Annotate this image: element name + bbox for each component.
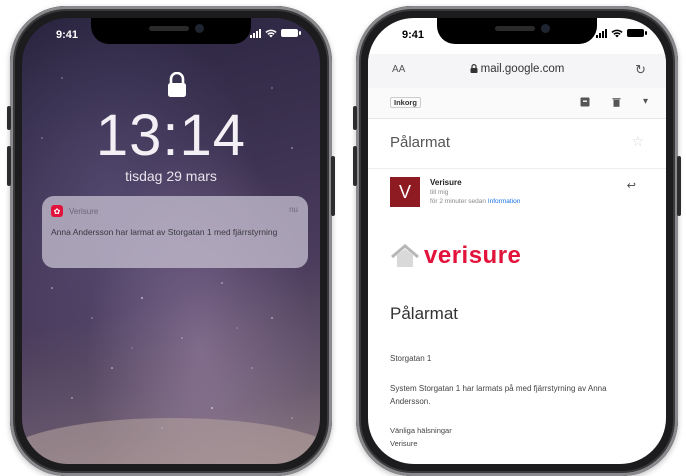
archive-icon[interactable] [580,97,590,107]
lock-date: tisdag 29 mars [125,168,217,184]
email-signature: Verisure [390,439,418,448]
details-link[interactable]: Information [488,198,521,205]
notification-card[interactable]: ✿ Verisure nu Anna Andersson har larmat … [42,196,308,268]
lock-icon [168,72,186,97]
url-text: mail.google.com [480,63,565,75]
email-subject: Pålarmat [390,134,451,151]
mute-switch [353,106,357,130]
volume-up-button [7,146,11,186]
wifi-icon [611,29,623,37]
lock-icon [470,64,478,73]
email-signoff: Vänliga hälsningar Verisure [390,424,452,450]
volume-up-button [353,146,357,186]
reload-icon[interactable]: ↻ [635,62,646,78]
sent-time: för 2 minuter sedan Information [430,198,520,205]
email-greeting: Vänliga hälsningar [390,426,452,435]
phone-mail-screen: 9:41 AA mail.google.com ↻ Inkorg ▾ Pålar… [353,6,681,476]
email-message: System Storgatan 1 har larmats på med fj… [390,384,607,406]
phone-lock-screen: 9:41 13:14 tisdag 29 mars ✿ Verisure nu … [7,6,335,476]
mail-toolbar: Inkorg ▾ [368,88,666,119]
mail-screen: 9:41 AA mail.google.com ↻ Inkorg ▾ Pålar… [368,18,666,464]
status-bar: 9:41 [368,28,666,44]
sent-time-text: för 2 minuter sedan [430,198,487,205]
lock-screen: 9:41 13:14 tisdag 29 mars ✿ Verisure nu … [22,18,320,464]
email-heading: Pålarmat [390,304,459,323]
inbox-label[interactable]: Inkorg [390,97,421,108]
star-icon[interactable]: ☆ [631,133,644,150]
logo-word: verisure [424,242,522,269]
sender-row: V Verisure till mig för 2 minuter sedan … [368,168,666,223]
status-time: 9:41 [402,29,425,41]
email-location: Storgatan 1 [390,354,432,363]
notification-body: Anna Andersson har larmat av Storgatan 1… [51,227,278,237]
status-time: 9:41 [56,29,79,41]
more-menu-icon[interactable]: ▾ [643,96,648,107]
sender-name: Verisure [430,178,462,187]
cellular-signal-icon [250,28,261,38]
verisure-app-icon: ✿ [51,205,63,217]
mute-switch [7,106,11,130]
cellular-signal-icon [596,28,607,38]
trash-icon[interactable] [612,97,621,107]
battery-icon [281,29,301,37]
verisure-house-icon [391,244,419,267]
wifi-icon [265,29,277,37]
browser-address-bar[interactable]: AA mail.google.com ↻ [368,54,666,89]
power-button [677,156,681,216]
battery-icon [627,29,647,37]
verisure-logo: verisure [390,238,521,274]
notification-app-name: Verisure [69,206,99,216]
recipient-text: till mig [430,189,449,196]
lock-clock: 13:14 [95,103,247,168]
status-bar: 9:41 [22,28,320,44]
reply-icon[interactable]: ↩ [627,179,636,192]
sender-avatar: V [390,177,420,207]
power-button [331,156,335,216]
notification-time: nu [289,205,298,214]
